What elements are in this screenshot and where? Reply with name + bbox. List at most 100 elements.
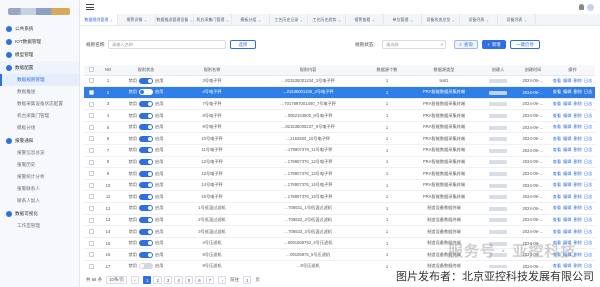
tab-item[interactable]: 报警查看 × — [346, 14, 384, 25]
close-icon[interactable]: × — [372, 18, 374, 23]
action-link[interactable]: 日志 — [584, 89, 592, 95]
sidebar-item[interactable]: 报警联系人 — [0, 183, 79, 195]
select-button[interactable]: 选择 — [230, 40, 256, 49]
action-link[interactable]: 查看 — [553, 124, 561, 130]
action-link[interactable]: 编辑 — [563, 101, 571, 107]
close-icon[interactable]: × — [190, 18, 192, 23]
action-link[interactable]: 日志 — [584, 159, 592, 165]
action-link[interactable]: 删除 — [574, 89, 582, 95]
page-number[interactable]: 4 — [174, 276, 183, 284]
tab-item[interactable]: 模板分组 × — [232, 14, 270, 25]
action-link[interactable]: 日志 — [584, 240, 592, 246]
row-checkbox[interactable] — [88, 206, 94, 212]
sidebar-item[interactable]: 报警通知 — [0, 134, 79, 147]
action-link[interactable]: 日志 — [584, 194, 592, 200]
sidebar-item[interactable]: 报警统计分析 — [0, 171, 79, 183]
action-link[interactable]: 删除 — [574, 147, 582, 153]
table-row[interactable]: 1 禁用 启用 3号电子秤 …821535001234_3号电子秤 1 test1 2024-… — [84, 75, 595, 88]
sidebar-item[interactable]: 数据配置 — [0, 61, 79, 74]
tab-item[interactable]: 设备列表 × — [498, 14, 536, 25]
status-toggle[interactable] — [139, 89, 153, 96]
close-icon[interactable]: × — [110, 18, 112, 23]
rule-name-input[interactable]: 请输入名称 — [108, 40, 226, 49]
status-toggle[interactable] — [139, 147, 153, 154]
status-toggle[interactable] — [139, 240, 153, 247]
menu-toggle-icon[interactable] — [86, 4, 94, 10]
status-toggle[interactable] — [139, 124, 153, 131]
status-toggle[interactable] — [139, 216, 153, 223]
action-link[interactable]: 查看 — [553, 194, 561, 200]
row-checkbox[interactable] — [88, 124, 94, 130]
select-all-checkbox[interactable] — [88, 67, 94, 73]
action-link[interactable]: 删除 — [574, 124, 582, 130]
action-link[interactable]: 删除 — [574, 229, 582, 235]
action-link[interactable]: 删除 — [574, 182, 582, 188]
table-row[interactable]: 8 禁用 启用 12号电子秤 …178907376_12号电子秤 1 PRA智能数据采集终端… — [84, 156, 595, 169]
action-link[interactable]: 日志 — [584, 124, 592, 130]
action-link[interactable]: 编辑 — [563, 171, 571, 177]
sidebar-item[interactable]: 数据采集设备状态配置 — [0, 98, 79, 110]
action-link[interactable]: 删除 — [574, 113, 582, 119]
action-link[interactable]: 查看 — [553, 205, 561, 211]
table-row[interactable]: 5 禁用 启用 9号电子秤 …821535005237_9号电子秤 1 PRA智能数据采集终… — [84, 121, 595, 134]
action-link[interactable]: 删除 — [574, 217, 582, 223]
sidebar-item[interactable]: 工作室管理 — [0, 220, 79, 232]
status-toggle[interactable] — [139, 251, 153, 258]
table-row[interactable]: 3 禁用 启用 7号电子秤 …7017897001400_7号电子秤 1 PRA智能数据采集… — [84, 98, 595, 111]
status-toggle[interactable] — [139, 193, 153, 200]
row-checkbox[interactable] — [88, 252, 94, 258]
next-page-button[interactable]: › — [218, 276, 227, 284]
status-toggle[interactable] — [139, 112, 153, 119]
action-link[interactable]: 日志 — [584, 147, 592, 153]
action-link[interactable]: 删除 — [574, 205, 582, 211]
tab-item[interactable]: 数据规则管理 × — [80, 14, 118, 25]
action-link[interactable]: 查看 — [553, 78, 561, 84]
action-link[interactable]: 查看 — [553, 217, 561, 223]
action-link[interactable]: 删除 — [574, 159, 582, 165]
action-link[interactable]: 查看 — [553, 113, 561, 119]
close-icon[interactable]: × — [486, 18, 488, 23]
sidebar-item[interactable]: 公共系统 — [0, 22, 79, 35]
avatar[interactable] — [587, 3, 594, 11]
sidebar-item[interactable]: 数据可视化 — [0, 207, 79, 220]
row-checkbox[interactable] — [88, 171, 94, 177]
status-toggle[interactable] — [139, 158, 153, 165]
sidebar-item[interactable]: 模型管理 — [0, 48, 79, 61]
action-link[interactable]: 删除 — [574, 101, 582, 107]
table-row[interactable]: 6 禁用 启用 10号电子秤 …2153500_10号电子秤 1 PRA智能数据采集终端 20… — [84, 132, 595, 146]
sidebar-item[interactable]: 联系人加入 — [0, 195, 79, 207]
action-link[interactable]: 编辑 — [563, 229, 571, 235]
tab-item[interactable]: 设备列表 × — [460, 14, 498, 25]
table-row[interactable]: 2 禁用 启用 4号电子秤 …21535001235_4号电子秤 1 PRA智能数据采集终端… — [84, 86, 595, 99]
status-toggle[interactable] — [139, 100, 153, 107]
row-checkbox[interactable] — [88, 182, 94, 188]
row-checkbox[interactable] — [88, 90, 94, 96]
status-toggle[interactable] — [139, 77, 153, 84]
row-checkbox[interactable] — [88, 136, 94, 142]
close-icon[interactable]: × — [226, 18, 228, 23]
action-link[interactable]: 日志 — [584, 205, 592, 211]
action-link[interactable]: 编辑 — [563, 159, 571, 165]
action-link[interactable]: 编辑 — [563, 205, 571, 211]
batch-toggle-button[interactable]: 一键启停 — [510, 40, 540, 49]
action-link[interactable]: 日志 — [584, 182, 592, 188]
page-number[interactable]: 1 — [143, 276, 152, 284]
table-row[interactable]: 14 禁用 启用 3号低温过滤机 …708633_3号低温过滤机 1 制造设备数据终端 202… — [84, 225, 595, 238]
action-link[interactable]: 编辑 — [563, 124, 571, 130]
row-checkbox[interactable] — [88, 101, 94, 107]
action-link[interactable]: 日志 — [584, 113, 592, 119]
action-link[interactable]: 日志 — [584, 229, 592, 235]
page-number[interactable]: 7 — [205, 276, 215, 284]
action-link[interactable]: 查看 — [553, 159, 561, 165]
action-link[interactable]: 编辑 — [563, 182, 571, 188]
page-size-select[interactable]: 10条/页 — [106, 276, 127, 284]
action-link[interactable]: 编辑 — [563, 194, 571, 200]
action-link[interactable]: 日志 — [584, 252, 592, 258]
action-link[interactable]: 删除 — [574, 136, 582, 142]
close-icon[interactable]: × — [452, 18, 454, 23]
sidebar-item[interactable]: IOT数据管理 — [0, 35, 79, 48]
table-row[interactable]: 9 禁用 启用 13号电子秤 …178907376_13号电子秤 1 PRA智能数据采集终端… — [84, 167, 595, 180]
sidebar-item[interactable]: 报警信息总览 — [0, 147, 79, 159]
action-link[interactable]: 编辑 — [563, 136, 571, 142]
close-icon[interactable]: × — [258, 18, 260, 23]
